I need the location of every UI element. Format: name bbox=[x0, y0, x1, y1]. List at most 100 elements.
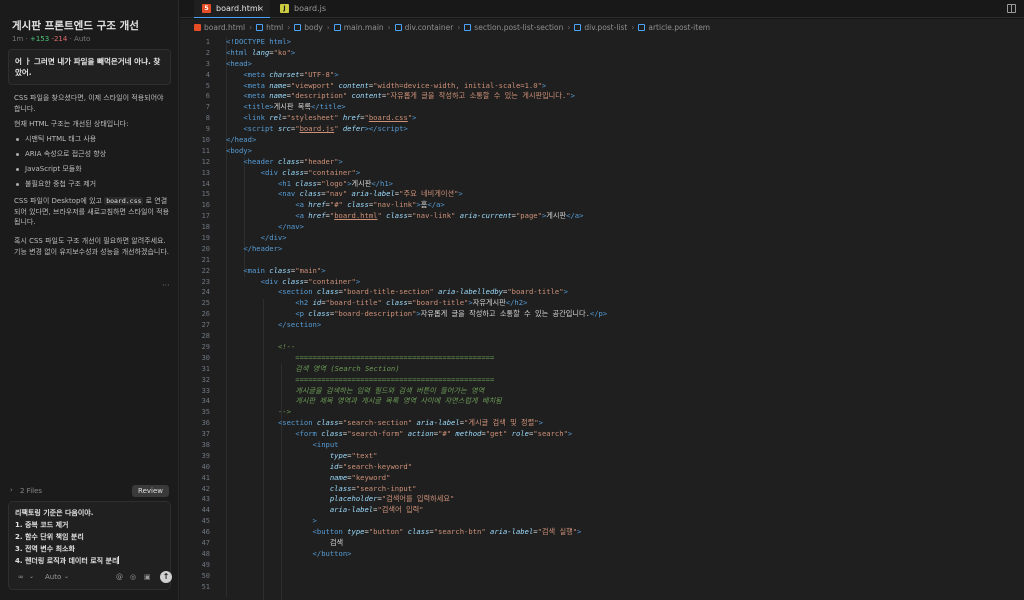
breadcrumb-item[interactable]: main.main bbox=[333, 19, 384, 37]
code-line: ========================================… bbox=[295, 352, 495, 362]
text-caret bbox=[118, 556, 120, 564]
line-number: 7 bbox=[205, 103, 210, 112]
line-number: 49 bbox=[201, 560, 210, 569]
line-number: 24 bbox=[201, 288, 210, 297]
code-line: > bbox=[312, 516, 317, 526]
inline-code: board.css bbox=[104, 197, 144, 205]
element-icon bbox=[333, 24, 341, 31]
files-count: 2 Files bbox=[20, 487, 43, 495]
assistant-bullet-list: 시맨틱 HTML 태그 사용 ARIA 속성으로 접근성 향상 JavaScri… bbox=[14, 134, 170, 194]
breadcrumb-item[interactable]: article.post-item bbox=[638, 19, 710, 37]
composer-input[interactable]: 리팩토링 기준은 다음이야. 1. 중복 코드 제거 2. 함수 단위 책임 분… bbox=[15, 507, 167, 567]
chat-composer[interactable]: 리팩토링 기준은 다음이야. 1. 중복 코드 제거 2. 함수 단위 책임 분… bbox=[8, 501, 172, 590]
line-number: 14 bbox=[201, 179, 210, 188]
code-line: <nav class="nav" aria-label="주요 네비게이션"> bbox=[277, 189, 463, 199]
code-content[interactable]: <!DOCTYPE html> <html lang="ko"> <head> … bbox=[226, 37, 607, 571]
breadcrumb-item[interactable]: section.post-list-section bbox=[464, 19, 563, 37]
chat-panel: 게시판 프론트엔드 구조 개선 1m · +153 -214 · Auto 어 … bbox=[0, 0, 179, 600]
line-number: 3 bbox=[205, 59, 210, 68]
code-line: </header> bbox=[243, 243, 283, 253]
line-number: 51 bbox=[201, 582, 210, 591]
element-icon bbox=[256, 24, 264, 31]
code-line: <a href="#" class="nav-link">홈</a> bbox=[295, 200, 445, 210]
line-number: 39 bbox=[201, 451, 210, 460]
code-line: </div> bbox=[260, 233, 287, 243]
line-number: 32 bbox=[201, 375, 210, 384]
element-icon bbox=[574, 24, 582, 31]
code-line: 검색 영역 (Search Section) bbox=[295, 363, 400, 373]
code-line: <link rel="stylesheet" href="board.css"> bbox=[243, 113, 417, 123]
line-number: 19 bbox=[201, 234, 210, 243]
split-editor-icon[interactable] bbox=[1007, 4, 1016, 13]
list-item: ARIA 속성으로 접근성 향상 bbox=[14, 149, 170, 160]
line-number: 10 bbox=[201, 136, 210, 145]
web-icon[interactable]: ◎ bbox=[130, 573, 136, 581]
line-number: 21 bbox=[201, 255, 210, 264]
send-icon[interactable]: ↑ bbox=[160, 571, 172, 583]
code-line: <header class="header"> bbox=[243, 156, 343, 166]
breadcrumb-item[interactable]: div.post-list bbox=[574, 19, 627, 37]
line-number: 27 bbox=[201, 321, 210, 330]
line-number: 34 bbox=[201, 397, 210, 406]
line-number: 25 bbox=[201, 299, 210, 308]
more-options-icon[interactable]: ··· bbox=[162, 281, 170, 290]
line-number: 33 bbox=[201, 386, 210, 395]
line-number: 45 bbox=[201, 517, 210, 526]
code-line: <p class="board-description">자유롭게 글을 작성하… bbox=[295, 309, 608, 319]
js-file-icon: J bbox=[280, 4, 289, 13]
line-number: 8 bbox=[205, 114, 210, 123]
breadcrumb-item[interactable]: html bbox=[256, 19, 283, 37]
breadcrumb-item[interactable]: body bbox=[294, 19, 323, 37]
close-icon[interactable]: × bbox=[257, 0, 264, 17]
code-line: aria-label="검색어 입력" bbox=[329, 505, 424, 515]
chevron-down-icon[interactable]: ⌄ bbox=[29, 573, 34, 580]
code-line: <!-- bbox=[277, 341, 296, 351]
lines-removed: -214 bbox=[51, 35, 68, 43]
line-number: 41 bbox=[201, 473, 210, 482]
code-line: <title>게시판 목록</title> bbox=[243, 102, 346, 112]
assistant-paragraph-3: CSS 파일이 Desktop에 있고 board.css 로 연결되어 있다면… bbox=[14, 197, 170, 226]
line-number: 44 bbox=[201, 506, 210, 515]
chat-time: 1m bbox=[12, 35, 24, 43]
breadcrumb-item[interactable]: div.container bbox=[394, 19, 453, 37]
agent-mode-icon[interactable]: ∞ bbox=[18, 573, 24, 581]
code-line: <main class="main"> bbox=[243, 265, 326, 275]
code-line: <div class="container"> bbox=[260, 167, 361, 177]
editor-tab-bar: 5 board.html × J board.js bbox=[180, 0, 1024, 18]
tab-board-js[interactable]: J board.js bbox=[272, 0, 332, 18]
user-message[interactable]: 어 ㅏ 그러면 내가 파일을 빼먹은거네 아냐. 찾았어. bbox=[8, 49, 171, 85]
code-editor[interactable]: 1 2 3 4 5 6 7 8 9 10 11 12 13 14 15 16 17 18 19 20 21 22 23 24 2… bbox=[180, 37, 1024, 600]
review-button[interactable]: Review bbox=[132, 485, 169, 497]
code-line: type="text" bbox=[329, 450, 378, 460]
line-number: 36 bbox=[201, 419, 210, 428]
model-selector[interactable]: Auto bbox=[45, 573, 61, 581]
code-line: </button> bbox=[312, 548, 352, 558]
chevron-down-icon[interactable]: ⌄ bbox=[64, 573, 69, 580]
line-number: 43 bbox=[201, 495, 210, 504]
tab-board-html[interactable]: 5 board.html × bbox=[194, 0, 270, 18]
line-number: 9 bbox=[205, 125, 210, 134]
code-line: <meta name="viewport" content="width=dev… bbox=[243, 80, 547, 90]
mention-icon[interactable]: @ bbox=[116, 573, 123, 581]
html-file-icon: 5 bbox=[202, 4, 211, 13]
breadcrumb-item[interactable]: board.html bbox=[194, 19, 245, 37]
line-number: 13 bbox=[201, 168, 210, 177]
line-number: 22 bbox=[201, 266, 210, 275]
chat-mode: Auto bbox=[74, 35, 91, 43]
line-number: 47 bbox=[201, 538, 210, 547]
image-icon[interactable]: ▣ bbox=[144, 573, 151, 581]
code-line: <head> bbox=[226, 58, 252, 68]
assistant-paragraph-1: CSS 파일을 찾으셨다면, 이제 스타일이 적용되어야 합니다. bbox=[14, 94, 164, 113]
line-number: 6 bbox=[205, 92, 210, 101]
changed-files-bar[interactable]: › 2 Files Review bbox=[8, 485, 171, 499]
assistant-paragraph-2: 현재 HTML 구조는 개선된 상태입니다: bbox=[14, 120, 129, 128]
code-line: <a href="board.html" class="nav-link" ar… bbox=[295, 211, 584, 221]
code-line: ========================================… bbox=[295, 374, 495, 384]
line-number-gutter: 1 2 3 4 5 6 7 8 9 10 11 12 13 14 15 16 17 18 19 20 21 22 23 24 2… bbox=[180, 37, 210, 592]
code-line: <form class="search-form" action="#" met… bbox=[295, 429, 573, 439]
code-line: <button type="button" class="search-btn"… bbox=[312, 527, 582, 537]
line-number: 17 bbox=[201, 212, 210, 221]
